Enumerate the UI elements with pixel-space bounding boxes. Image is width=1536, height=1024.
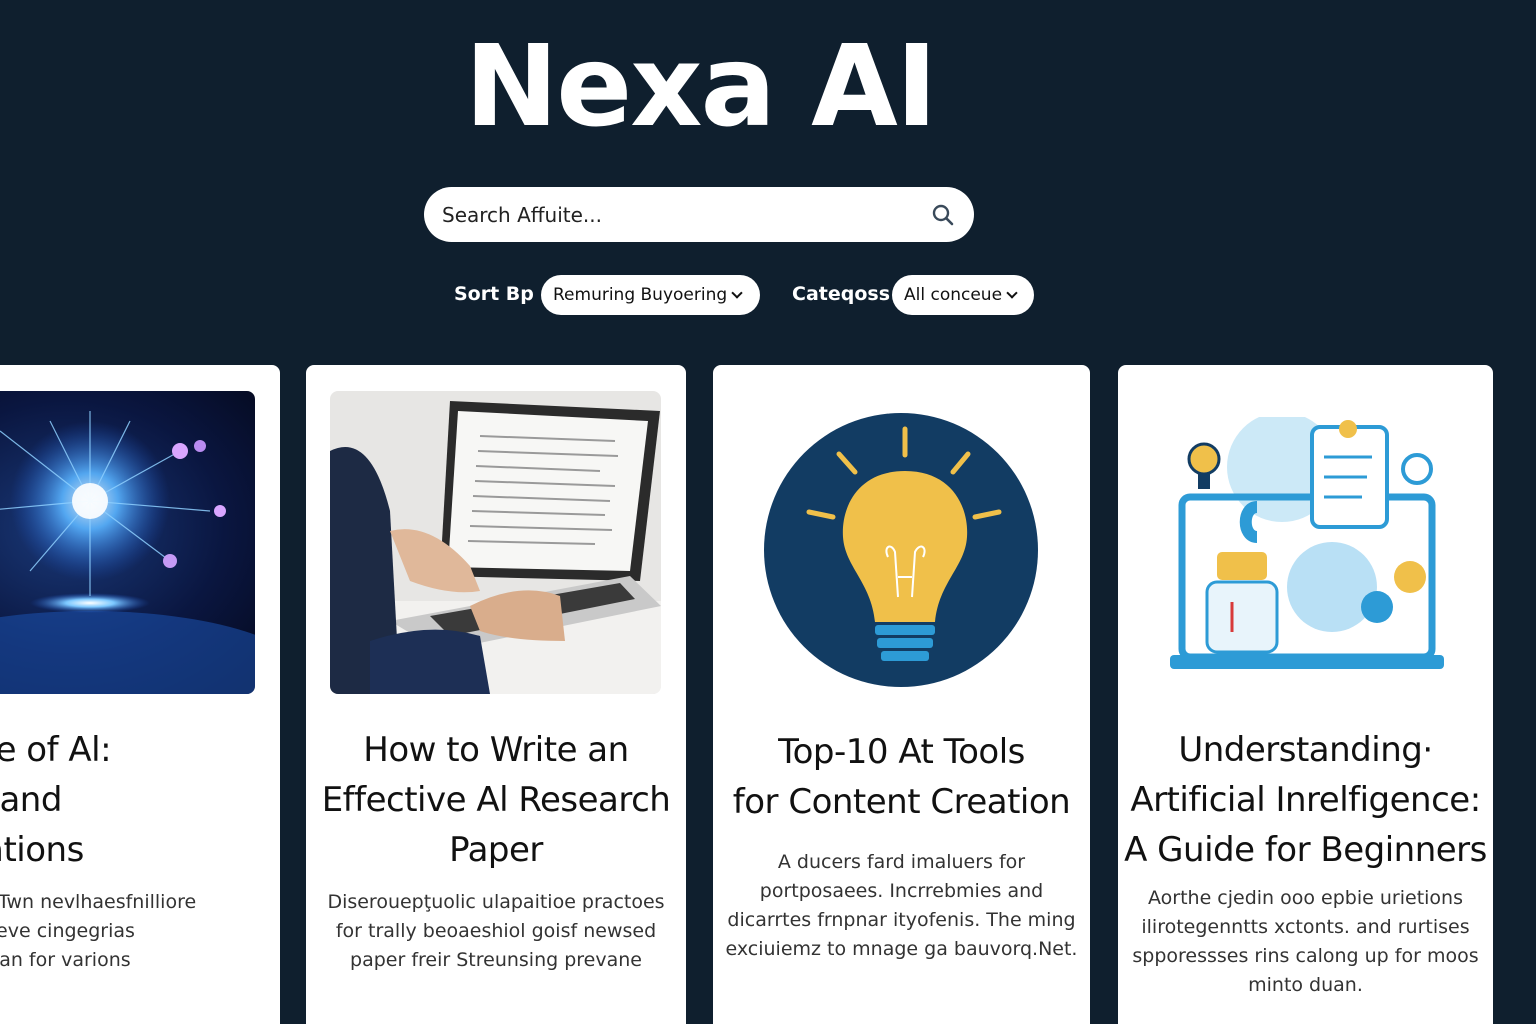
card-description: Twn nevlhaesfnilliore er dias or itreve … <box>0 891 197 971</box>
card-description: Diserouepţuolic ulapaitioe practoes for … <box>327 891 665 971</box>
page: Nexa AI Sort Bp Remuring Buyoering Cateq… <box>0 0 1536 1024</box>
card-image-neural-network <box>0 391 255 694</box>
sort-label: Sort Bp <box>454 283 534 305</box>
chevron-down-icon <box>1006 287 1018 299</box>
card-title: Understanding· Artificial Inrelfigence: … <box>1124 730 1487 870</box>
article-card[interactable]: Understanding· Artificial Inrelfigence: … <box>1118 365 1493 1024</box>
app-title: Nexa AI <box>464 22 938 152</box>
card-image-laptop-typing <box>330 391 661 694</box>
search-bar[interactable] <box>424 187 974 242</box>
article-card[interactable]: e Future of Al: Trerids and dhnovations … <box>0 365 280 1024</box>
category-label: Cateqoss <box>792 283 891 305</box>
category-select-value: All conceue <box>904 285 1003 305</box>
article-card[interactable]: How to Write an Effective Al Research Pa… <box>306 365 686 1024</box>
ai-laptop-illustration-icon <box>1162 417 1452 677</box>
category-select[interactable]: All conceue <box>892 275 1034 315</box>
lightbulb-icon <box>763 397 1043 697</box>
card-title: e Future of Al: Trerids and dhnovations <box>0 730 112 870</box>
sort-select-value: Remuring Buyoering <box>553 285 728 305</box>
card-description: A ducers fard imaluers for portposaees. … <box>725 851 1078 960</box>
search-icon[interactable] <box>930 202 956 228</box>
search-input[interactable] <box>440 201 930 228</box>
card-title: Top-10 At Tools for Content Creation <box>732 732 1071 822</box>
card-description: Aorthe cjedin ooo epbie urietions ilirot… <box>1132 887 1479 996</box>
sort-select[interactable]: Remuring Buyoering <box>541 275 760 315</box>
card-title: How to Write an Effective Al Research Pa… <box>321 730 671 870</box>
article-card[interactable]: Top-10 At Tools for Content Creation A d… <box>713 365 1090 1024</box>
chevron-down-icon <box>731 287 743 299</box>
